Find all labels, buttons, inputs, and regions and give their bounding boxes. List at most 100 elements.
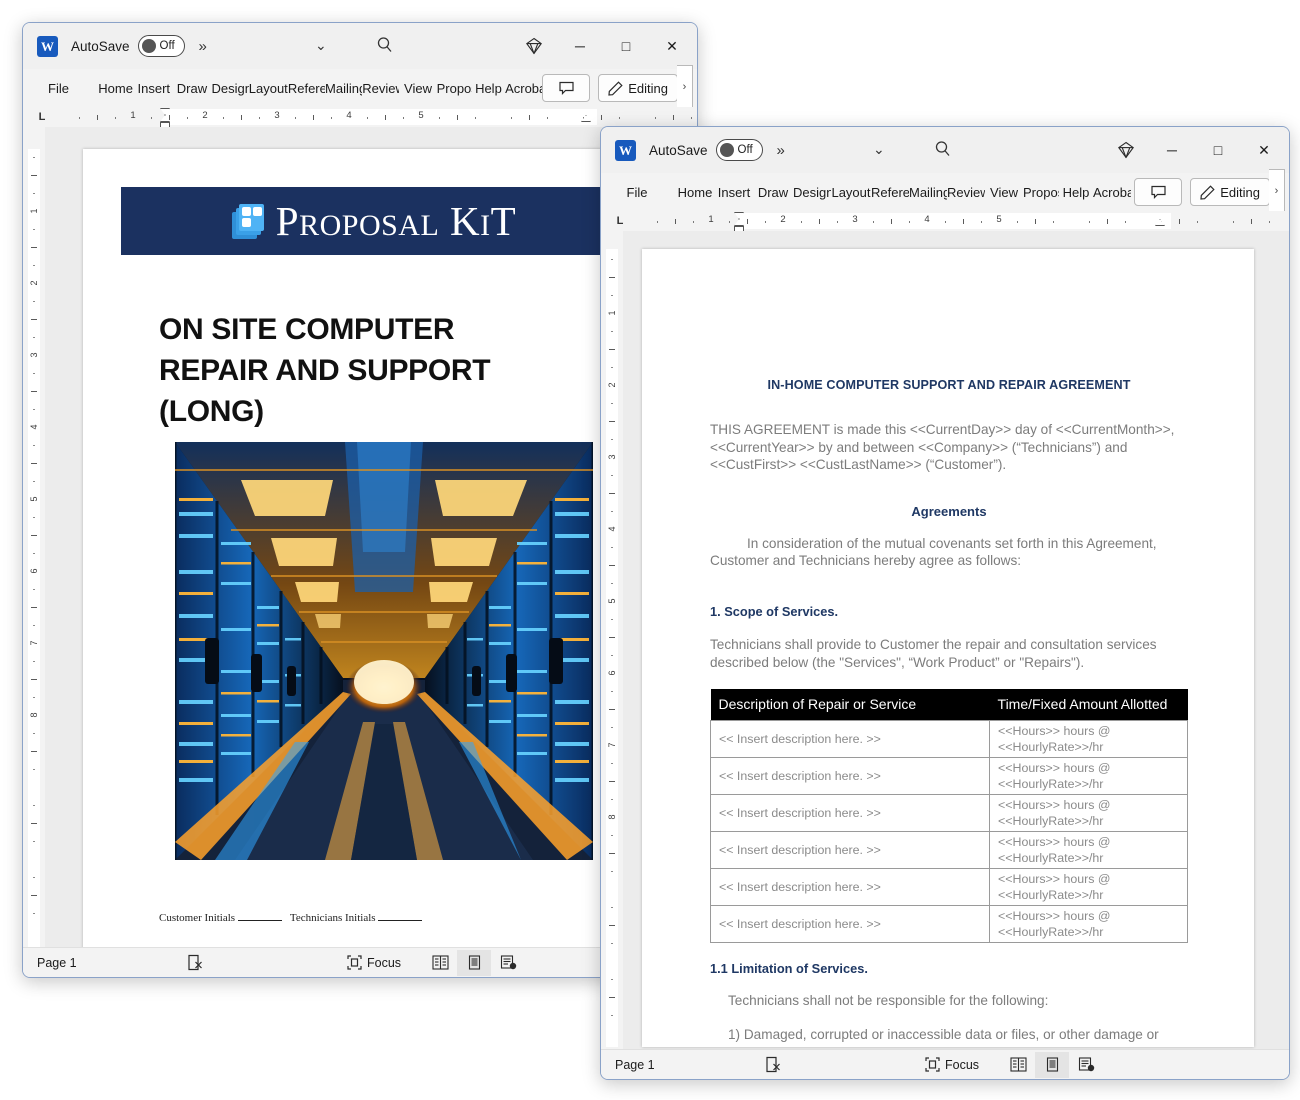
focus-mode-button[interactable]: Focus bbox=[347, 955, 401, 970]
maximize-button[interactable]: □ bbox=[1195, 134, 1241, 166]
editing-dropdown-caret-icon[interactable]: › bbox=[677, 65, 694, 109]
autosave-toggle[interactable]: Off bbox=[137, 35, 185, 57]
cell-description[interactable]: << Insert description here. >> bbox=[709, 905, 991, 944]
server-room-image[interactable] bbox=[175, 442, 593, 860]
tab-design[interactable]: Design bbox=[212, 77, 249, 99]
tab-view[interactable]: View bbox=[399, 77, 436, 99]
read-mode-icon[interactable] bbox=[1001, 1052, 1035, 1078]
cell-time[interactable]: <<Hours>> hours @ <<HourlyRate>>/hr bbox=[989, 794, 1188, 833]
tab-acrobat[interactable]: Acrobat bbox=[505, 77, 542, 99]
tab-references[interactable]: References bbox=[871, 181, 909, 203]
search-icon[interactable] bbox=[375, 35, 395, 60]
ruler-number: 6 bbox=[607, 670, 617, 676]
ruler-dot bbox=[295, 117, 296, 119]
tab-mailings[interactable]: Mailings bbox=[325, 77, 362, 99]
tab-help[interactable]: Help bbox=[472, 77, 505, 99]
cell-description[interactable]: << Insert description here. >> bbox=[709, 757, 991, 796]
ribbon-display-chevron-icon[interactable]: ⌄ bbox=[873, 141, 885, 158]
minimize-button[interactable]: ─ bbox=[1149, 134, 1195, 166]
word-window-proposal-cover[interactable]: W AutoSave Off » ⌄ ─ □ ✕ File Home Inser… bbox=[22, 22, 698, 978]
quick-access-overflow-icon[interactable]: » bbox=[199, 38, 207, 55]
tab-acrobat[interactable]: Acrobat bbox=[1093, 181, 1131, 203]
page-indicator[interactable]: Page 1 bbox=[37, 956, 187, 970]
tab-selector-icon[interactable]: L bbox=[609, 215, 631, 227]
table-row[interactable]: << Insert description here. >> <<Hours>>… bbox=[709, 868, 1188, 907]
tab-references[interactable]: References bbox=[288, 77, 325, 99]
titlebar: W AutoSave Off » ⌄ ─ □ ✕ bbox=[23, 23, 697, 69]
vertical-ruler[interactable]: 1 2 3 4 5 6 7 8 bbox=[601, 231, 623, 1049]
cell-time[interactable]: <<Hours>> hours @ <<HourlyRate>>/hr bbox=[989, 720, 1188, 759]
cell-description[interactable]: << Insert description here. >> bbox=[709, 794, 991, 833]
web-layout-icon[interactable] bbox=[491, 950, 525, 976]
comments-button[interactable] bbox=[1134, 178, 1183, 206]
copilot-diamond-icon[interactable] bbox=[511, 30, 557, 62]
customer-initials-blank[interactable] bbox=[237, 910, 282, 921]
word-window-agreement[interactable]: W AutoSave Off » ⌄ ─ □ ✕ File Home Inser… bbox=[600, 126, 1290, 1080]
cell-description[interactable]: << Insert description here. >> bbox=[709, 868, 991, 907]
cell-time[interactable]: <<Hours>> hours @ <<HourlyRate>>/hr bbox=[989, 831, 1188, 870]
table-row[interactable]: << Insert description here. >> <<Hours>>… bbox=[709, 831, 1188, 870]
tab-draw[interactable]: Draw bbox=[753, 181, 793, 203]
tab-layout[interactable]: Layout bbox=[249, 77, 288, 99]
ruler-track[interactable]: 1 2 3 4 5 bbox=[53, 108, 697, 128]
table-row[interactable]: << Insert description here. >> <<Hours>>… bbox=[709, 794, 1188, 833]
cell-description[interactable]: << Insert description here. >> bbox=[709, 831, 991, 870]
table-row[interactable]: << Insert description here. >> <<Hours>>… bbox=[709, 905, 1188, 944]
tab-design[interactable]: Design bbox=[793, 181, 831, 203]
horizontal-ruler[interactable]: L 1 2 3 4 5 bbox=[23, 107, 697, 128]
tab-home[interactable]: Home bbox=[675, 181, 715, 203]
minimize-button[interactable]: ─ bbox=[557, 30, 603, 62]
tab-draw[interactable]: Draw bbox=[172, 77, 211, 99]
technicians-initials-blank[interactable] bbox=[378, 910, 423, 921]
tab-proposal[interactable]: Proposal bbox=[1023, 181, 1059, 203]
tab-mailings[interactable]: Mailings bbox=[909, 181, 947, 203]
tab-review[interactable]: Review bbox=[362, 77, 399, 99]
close-button[interactable]: ✕ bbox=[649, 30, 695, 62]
close-button[interactable]: ✕ bbox=[1241, 134, 1287, 166]
copilot-diamond-icon[interactable] bbox=[1103, 134, 1149, 166]
accessibility-checker-icon[interactable] bbox=[765, 1056, 925, 1073]
cell-time[interactable]: <<Hours>> hours @ <<HourlyRate>>/hr bbox=[989, 757, 1188, 796]
quick-access-overflow-icon[interactable]: » bbox=[777, 142, 785, 159]
table-row[interactable]: << Insert description here. >> <<Hours>>… bbox=[709, 720, 1188, 759]
cell-description[interactable]: << Insert description here. >> bbox=[709, 720, 991, 759]
editing-button[interactable]: Editing bbox=[598, 74, 679, 102]
horizontal-ruler[interactable]: L 1 2 3 4 5 bbox=[601, 211, 1289, 232]
ruler-track[interactable]: 1 2 3 4 5 bbox=[631, 212, 1289, 232]
cell-time[interactable]: <<Hours>> hours @ <<HourlyRate>>/hr bbox=[989, 905, 1188, 944]
page-indicator[interactable]: Page 1 bbox=[615, 1058, 765, 1072]
print-layout-icon[interactable] bbox=[1035, 1051, 1070, 1078]
document-page-1[interactable]: PROPOSAL KIT ON SITE COMPUTER REPAIR AND… bbox=[83, 149, 628, 947]
tab-review[interactable]: Review bbox=[947, 181, 985, 203]
tab-file[interactable]: File bbox=[37, 77, 80, 99]
tab-layout[interactable]: Layout bbox=[831, 181, 871, 203]
autosave-toggle[interactable]: Off bbox=[715, 139, 763, 161]
tab-view[interactable]: View bbox=[985, 181, 1023, 203]
comments-button[interactable] bbox=[542, 74, 591, 102]
search-icon[interactable] bbox=[933, 139, 953, 164]
document-page-1[interactable]: IN-HOME COMPUTER SUPPORT AND REPAIR AGRE… bbox=[642, 249, 1254, 1047]
focus-mode-button[interactable]: Focus bbox=[925, 1057, 979, 1072]
ribbon-display-chevron-icon[interactable]: ⌄ bbox=[315, 37, 327, 54]
editing-dropdown-caret-icon[interactable]: › bbox=[1269, 169, 1285, 213]
print-layout-icon[interactable] bbox=[457, 949, 492, 976]
vertical-ruler[interactable]: 1 2 3 4 5 6 7 8 bbox=[23, 127, 45, 947]
web-layout-icon[interactable] bbox=[1069, 1052, 1103, 1078]
tab-selector-icon[interactable]: L bbox=[31, 111, 53, 123]
tab-file[interactable]: File bbox=[615, 181, 659, 203]
document-area: 1 2 3 4 5 6 7 8 IN-HOME COMPUTER SUPPORT AND RE… bbox=[601, 231, 1289, 1049]
services-table[interactable]: Description of Repair or Service Time/Fi… bbox=[709, 689, 1188, 944]
ruler-tick bbox=[1179, 219, 1180, 224]
tab-insert[interactable]: Insert bbox=[715, 181, 753, 203]
table-row[interactable]: << Insert description here. >> <<Hours>>… bbox=[709, 757, 1188, 796]
editing-button[interactable]: Editing bbox=[1190, 178, 1270, 206]
tab-insert[interactable]: Insert bbox=[135, 77, 172, 99]
read-mode-icon[interactable] bbox=[423, 950, 457, 976]
wordmark-p: P bbox=[275, 198, 300, 244]
tab-proposal[interactable]: Proposal bbox=[437, 77, 472, 99]
accessibility-checker-icon[interactable] bbox=[187, 954, 347, 971]
tab-home[interactable]: Home bbox=[96, 77, 135, 99]
tab-help[interactable]: Help bbox=[1059, 181, 1093, 203]
cell-time[interactable]: <<Hours>> hours @ <<HourlyRate>>/hr bbox=[989, 868, 1188, 907]
maximize-button[interactable]: □ bbox=[603, 30, 649, 62]
